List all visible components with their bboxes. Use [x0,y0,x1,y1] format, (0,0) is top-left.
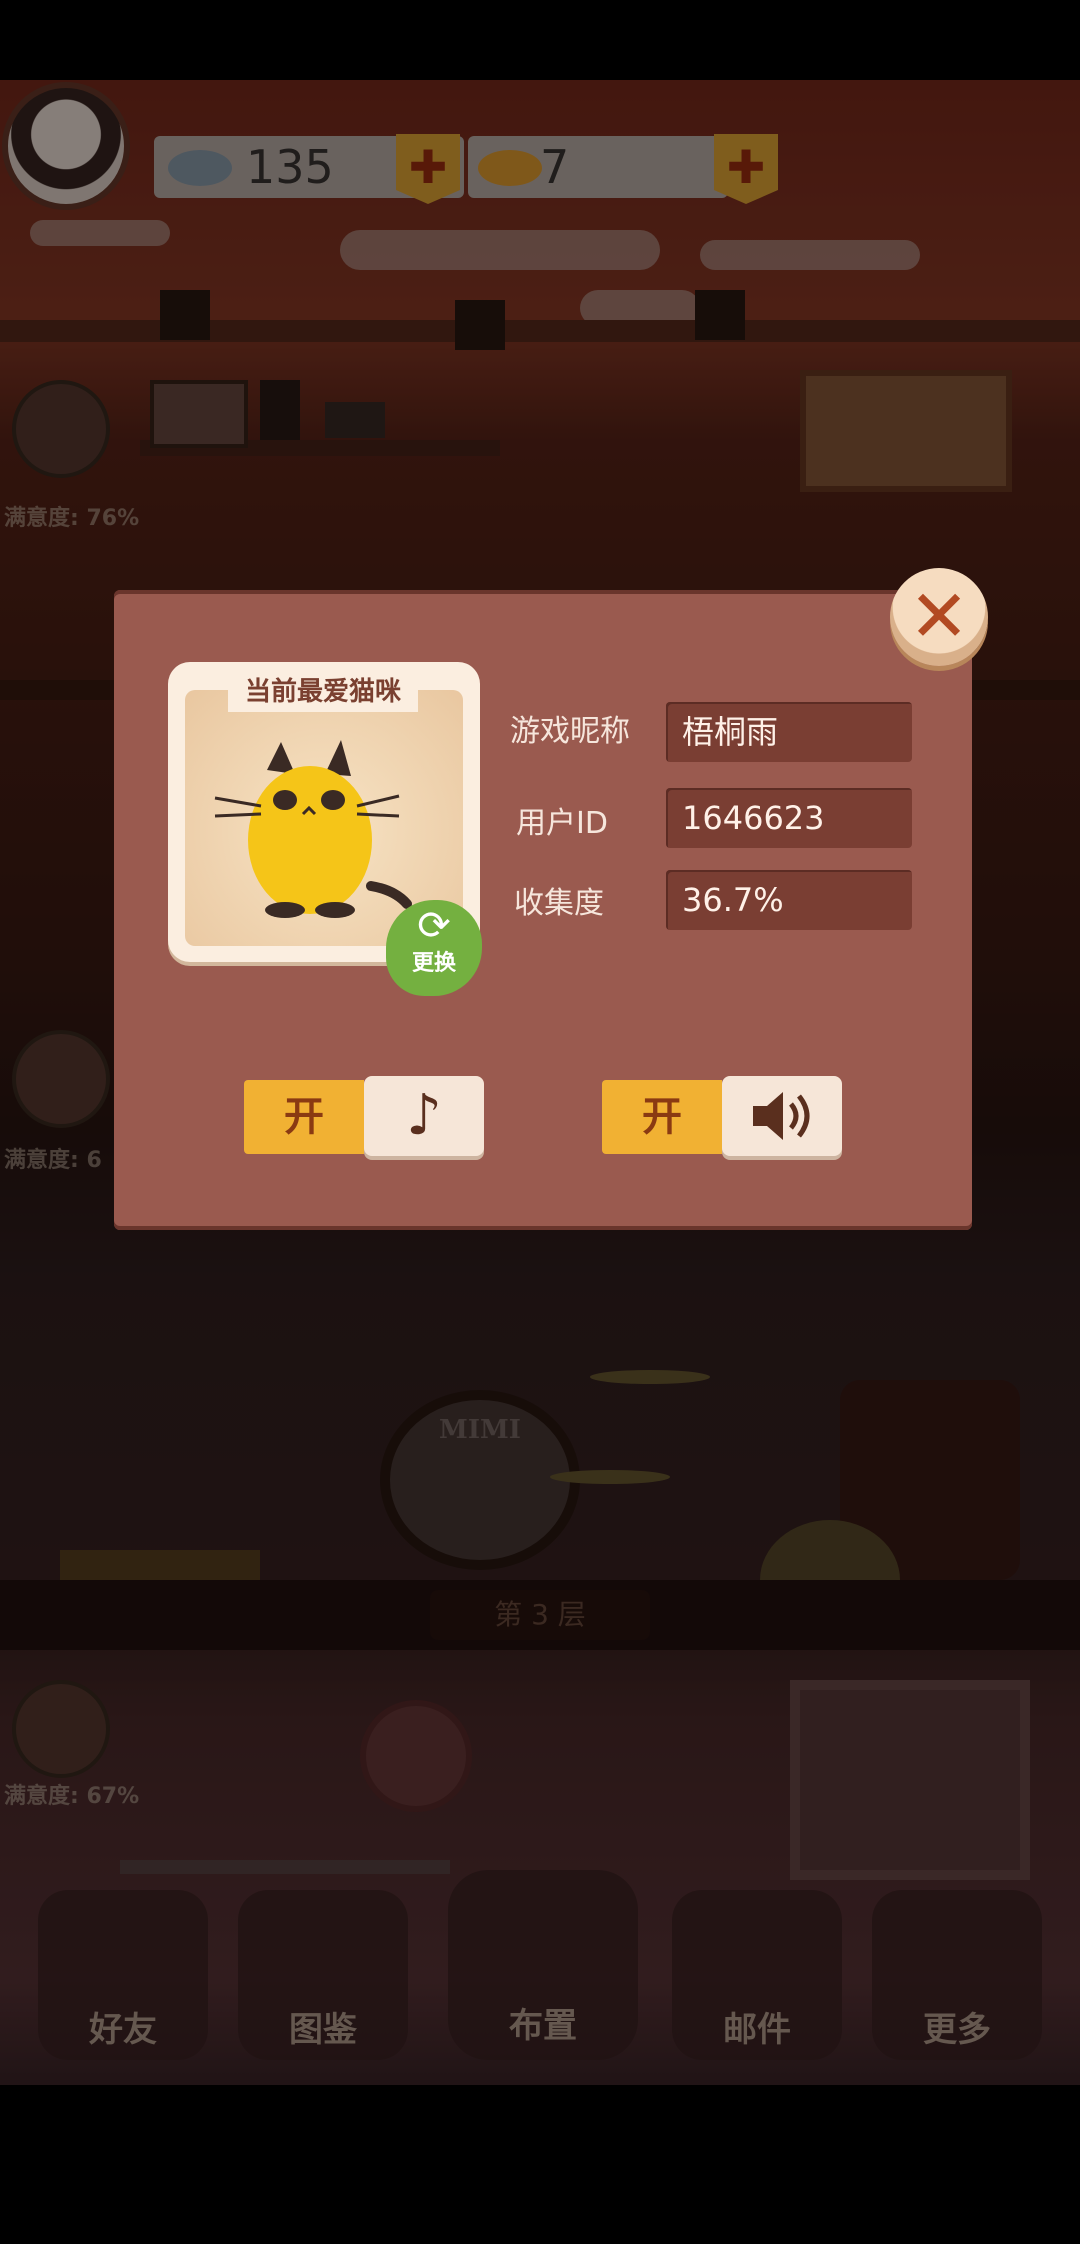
close-icon: ✕ [908,574,970,658]
refresh-icon: ⟳ [417,903,451,949]
change-cat-button[interactable]: ⟳ 更换 [386,900,482,996]
nickname-label: 游戏昵称 [510,714,630,749]
collection-value: 36.7% [666,870,912,930]
music-toggle[interactable]: 开 [244,1080,364,1154]
music-note-icon[interactable]: ♪ [364,1076,484,1156]
speaker-icon[interactable] [722,1076,842,1156]
favorite-cat-title: 当前最爱猫咪 [228,672,418,712]
speaker-glyph [753,1092,810,1140]
user-id-value: 1646623 [666,788,912,848]
sound-toggle[interactable]: 开 [602,1080,722,1154]
collection-label: 收集度 [514,886,604,921]
nickname-value: 梧桐雨 [666,702,912,762]
close-button[interactable]: ✕ [890,568,988,666]
change-cat-label: 更换 [411,951,456,976]
user-id-label: 用户ID [516,806,608,841]
